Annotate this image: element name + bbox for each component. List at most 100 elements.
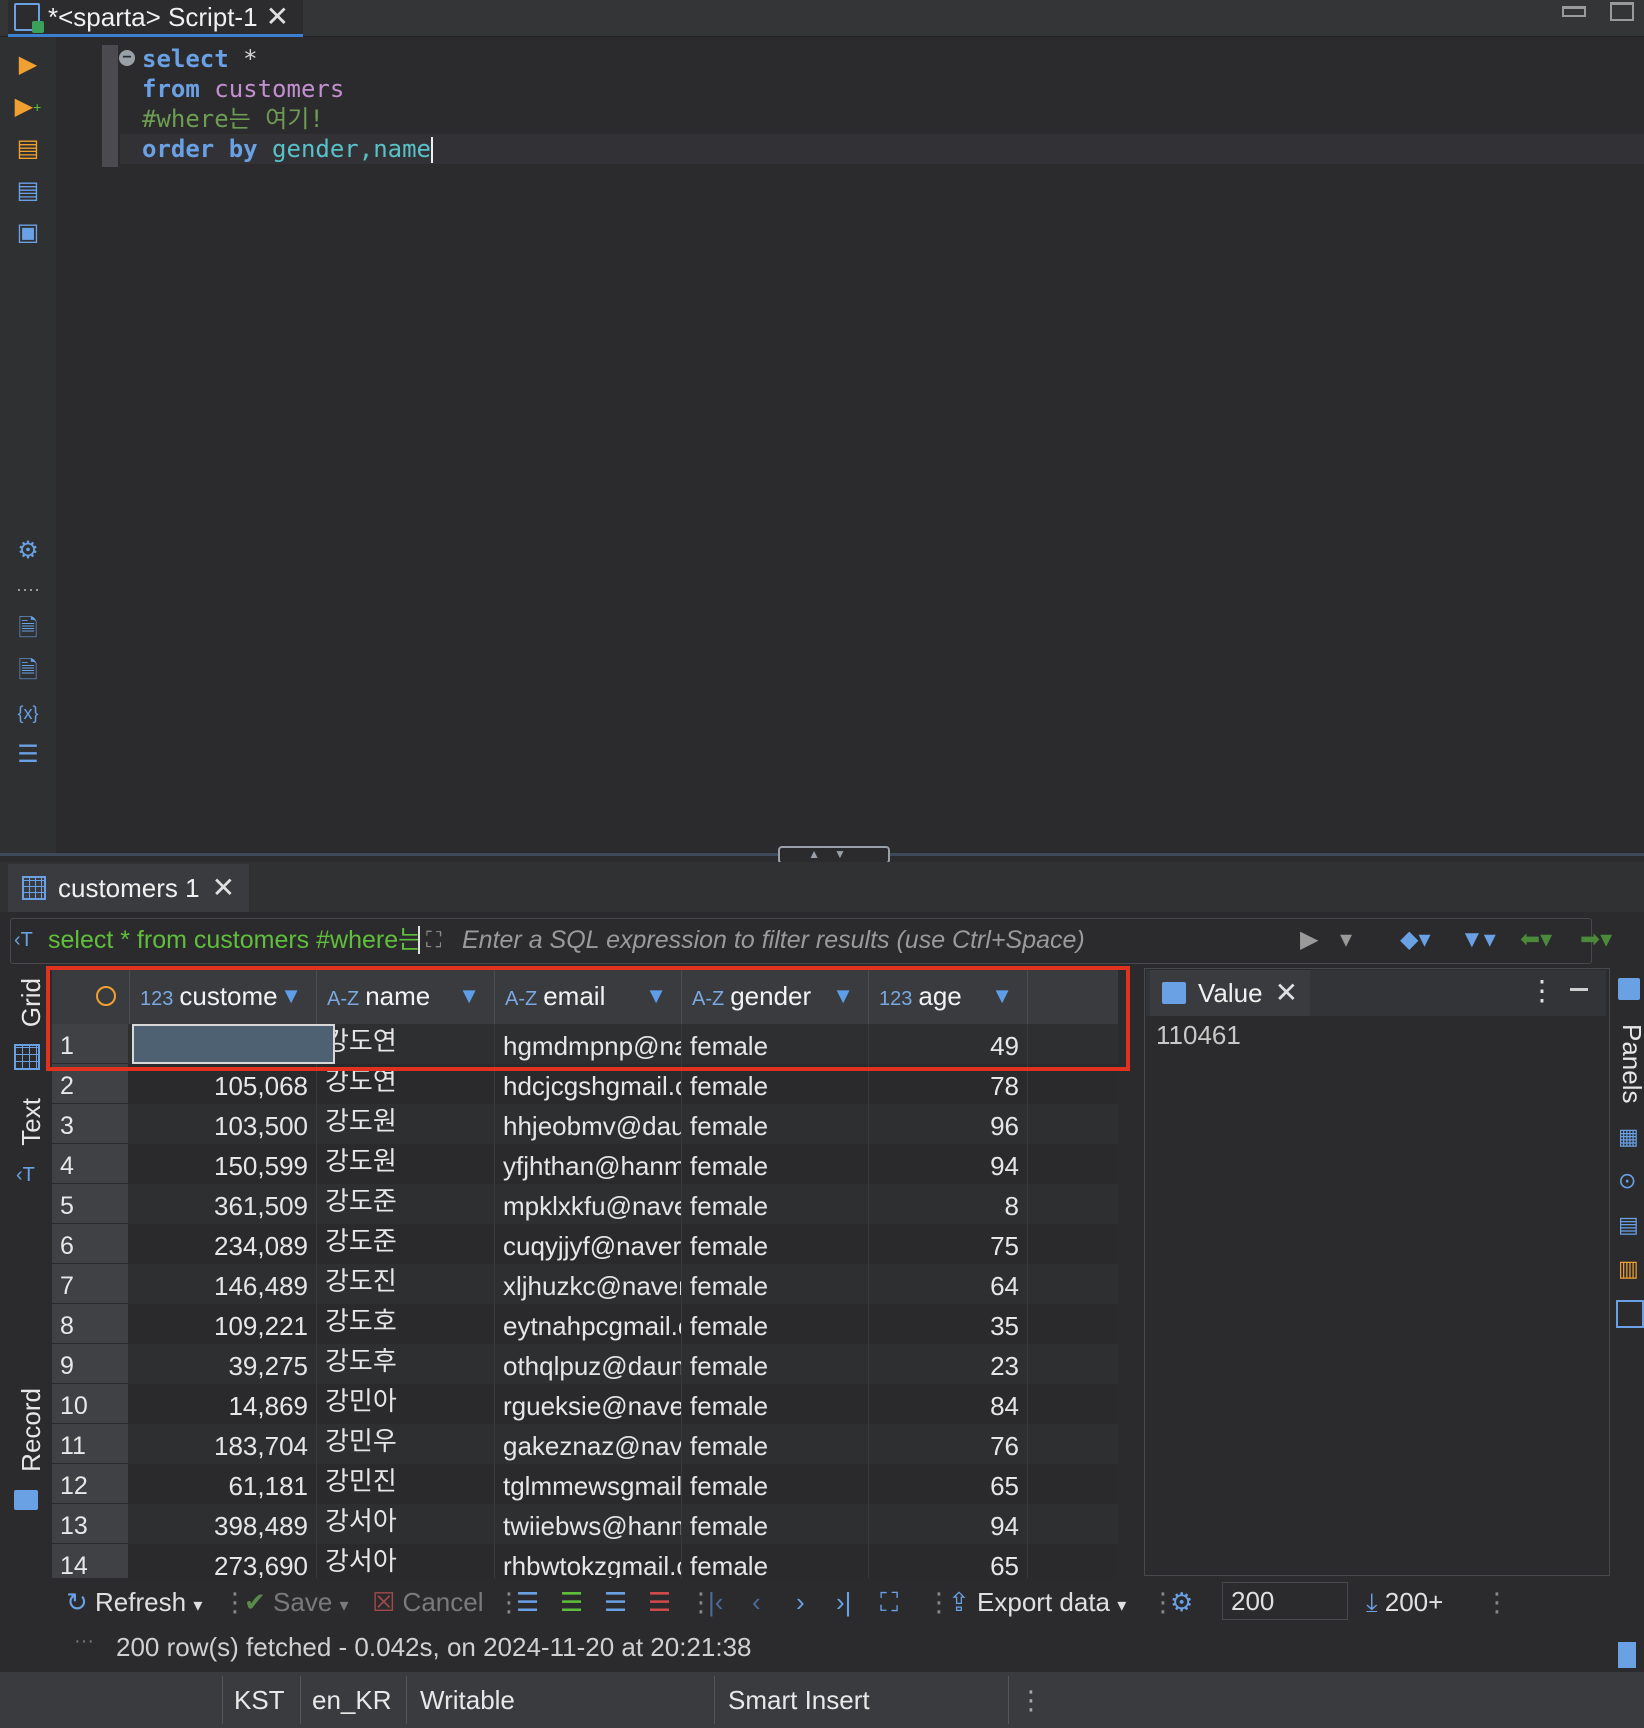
cell-age[interactable]: 8: [869, 1184, 1028, 1224]
column-header-age[interactable]: 123 age ▼: [869, 968, 1028, 1024]
cell-email[interactable]: othqlpuz@daum.net: [495, 1344, 682, 1384]
grid-icon[interactable]: [14, 1044, 40, 1070]
text-icon[interactable]: ‹T: [16, 1164, 35, 1187]
apply-filter-icon[interactable]: ▶: [1300, 922, 1318, 958]
panels-toggle-icon[interactable]: [1618, 978, 1640, 1000]
panels-label[interactable]: Panels: [1616, 1024, 1644, 1104]
sort-dropdown-icon[interactable]: ▼: [458, 968, 480, 1024]
cell-gender[interactable]: female: [682, 1544, 869, 1578]
maximize-button[interactable]: [1610, 2, 1634, 21]
close-icon[interactable]: ✕: [212, 874, 235, 902]
cell-age[interactable]: 96: [869, 1104, 1028, 1144]
cell-name[interactable]: 강서아: [317, 1544, 495, 1578]
sort-dropdown-icon[interactable]: ▼: [280, 968, 302, 1024]
cell-name[interactable]: 강도진: [317, 1264, 495, 1304]
export-data-button[interactable]: ⇪ Export data ▾: [948, 1580, 1126, 1624]
status-more-icon[interactable]: ⋮: [1018, 1672, 1044, 1728]
table-row[interactable]: 2105,068강도연hdcjcgshgmail.comfemale78: [52, 1064, 1118, 1104]
cell-age[interactable]: 49: [869, 1024, 1028, 1064]
next-page-icon[interactable]: ›: [796, 1580, 805, 1624]
cell-email[interactable]: eytnahpcgmail.com: [495, 1304, 682, 1344]
table-row[interactable]: 6234,089강도준cuqyjjyf@naver.comfemale75: [52, 1224, 1118, 1264]
table-row[interactable]: 3103,500강도원hhjeobmv@daum.netfemale96: [52, 1104, 1118, 1144]
cell-age[interactable]: 94: [869, 1504, 1028, 1544]
cell-id[interactable]: 61,181: [130, 1464, 317, 1504]
cell-email[interactable]: gakeznaz@naver.com: [495, 1424, 682, 1464]
table-row[interactable]: 1261,181강민진tglmmewsgmail.comfemale65: [52, 1464, 1118, 1504]
row-number[interactable]: 12: [52, 1464, 128, 1504]
settings-gear-icon[interactable]: ⚙: [14, 537, 42, 565]
fetch-all-icon[interactable]: ⛶: [880, 1580, 898, 1624]
outline-icon[interactable]: ☰: [14, 741, 42, 769]
cell-age[interactable]: 94: [869, 1144, 1028, 1184]
cell-age[interactable]: 35: [869, 1304, 1028, 1344]
results-settings-gear-icon[interactable]: ⚙: [1170, 1580, 1193, 1624]
sort-dropdown-icon[interactable]: ▼: [832, 968, 854, 1024]
variables-icon[interactable]: {x}: [14, 699, 42, 727]
refresh-button[interactable]: ↻ Refresh ▾: [66, 1580, 202, 1624]
script-error-icon[interactable]: 🗎: [14, 657, 42, 685]
table-row[interactable]: 5361,509강도준mpklxkfu@naver.comfemale8: [52, 1184, 1118, 1224]
tab-value[interactable]: Value ✕: [1150, 970, 1311, 1016]
layout-toggle-icon[interactable]: [1618, 1642, 1636, 1668]
cell-name[interactable]: 강도연: [317, 1024, 495, 1064]
cell-id[interactable]: 103,500: [130, 1104, 317, 1144]
cell-id[interactable]: 14,869: [130, 1384, 317, 1424]
cell-age[interactable]: 65: [869, 1464, 1028, 1504]
row-number[interactable]: 1: [52, 1024, 128, 1064]
table-row[interactable]: 939,275강도후othqlpuz@daum.netfemale23: [52, 1344, 1118, 1384]
execute-script-icon[interactable]: ▤: [14, 135, 42, 163]
execute-statement-icon[interactable]: ▶: [14, 51, 42, 79]
code-line-1[interactable]: select *: [142, 44, 258, 74]
filter-history-dropdown-icon[interactable]: ▾: [1340, 922, 1352, 958]
tab-record[interactable]: Record: [16, 1388, 47, 1472]
record-icon[interactable]: [14, 1490, 38, 1510]
cell-email[interactable]: rhbwtokzgmail.com: [495, 1544, 682, 1578]
cell-email[interactable]: hdcjcgshgmail.com: [495, 1064, 682, 1104]
collapse-icon[interactable]: −: [119, 50, 135, 66]
add-row-icon[interactable]: ☰: [560, 1580, 583, 1624]
cell-id[interactable]: 39,275: [130, 1344, 317, 1384]
value-view-icon[interactable]: [1616, 1300, 1644, 1328]
save-button[interactable]: ✔ Save ▾: [244, 1580, 349, 1624]
close-icon[interactable]: ✕: [266, 3, 289, 31]
cell-name[interactable]: 강민진: [317, 1464, 495, 1504]
execute-script-new-tab-icon[interactable]: ▤: [14, 177, 42, 205]
filter-icon[interactable]: ▼▾: [1460, 922, 1496, 958]
panel-minimize-icon[interactable]: [1570, 988, 1588, 991]
value-content[interactable]: 110461: [1156, 1020, 1241, 1051]
row-number[interactable]: 2: [52, 1064, 128, 1104]
column-header-gender[interactable]: A-Z gender ▼: [682, 968, 869, 1024]
select-all-corner[interactable]: [52, 968, 130, 1024]
filter-query-preview[interactable]: select * from customers #where는 여기! orde…: [48, 922, 418, 958]
cell-email[interactable]: rgueksie@naver.com: [495, 1384, 682, 1424]
cell-email[interactable]: tglmmewsgmail.com: [495, 1464, 682, 1504]
last-page-icon[interactable]: ›|: [836, 1580, 851, 1624]
tab-customers-1[interactable]: customers 1 ✕: [8, 864, 250, 912]
cell-name[interactable]: 강서아: [317, 1504, 495, 1544]
sort-dropdown-icon[interactable]: ▼: [645, 968, 667, 1024]
cell-id[interactable]: 234,089: [130, 1224, 317, 1264]
cell-age[interactable]: 65: [869, 1544, 1028, 1578]
row-number[interactable]: 13: [52, 1504, 128, 1544]
chart-icon[interactable]: ▥: [1618, 1256, 1639, 1282]
cell-age[interactable]: 76: [869, 1424, 1028, 1464]
cell-age[interactable]: 75: [869, 1224, 1028, 1264]
forward-arrow-icon[interactable]: ➡▾: [1580, 922, 1612, 958]
minimize-button[interactable]: [1562, 6, 1586, 17]
code-line-4[interactable]: order by gender,name: [142, 134, 433, 164]
cell-gender[interactable]: female: [682, 1504, 869, 1544]
table-row[interactable]: 4150,599강도원yfjhthan@hanmail.netfemale94: [52, 1144, 1118, 1184]
cell-gender[interactable]: female: [682, 1344, 869, 1384]
row-number[interactable]: 5: [52, 1184, 128, 1224]
terminal-icon[interactable]: ▣: [14, 219, 42, 247]
row-number[interactable]: 3: [52, 1104, 128, 1144]
table-row[interactable]: 11183,704강민우gakeznaz@naver.comfemale76: [52, 1424, 1118, 1464]
cell-email[interactable]: hgmdmpnp@naver.com: [495, 1024, 682, 1064]
cell-name[interactable]: 강도준: [317, 1184, 495, 1224]
previous-page-icon[interactable]: ‹: [752, 1580, 761, 1624]
cell-gender[interactable]: female: [682, 1264, 869, 1304]
delete-row-icon[interactable]: ☰: [648, 1580, 671, 1624]
close-icon[interactable]: ✕: [1275, 979, 1298, 1007]
cell-name[interactable]: 강도호: [317, 1304, 495, 1344]
